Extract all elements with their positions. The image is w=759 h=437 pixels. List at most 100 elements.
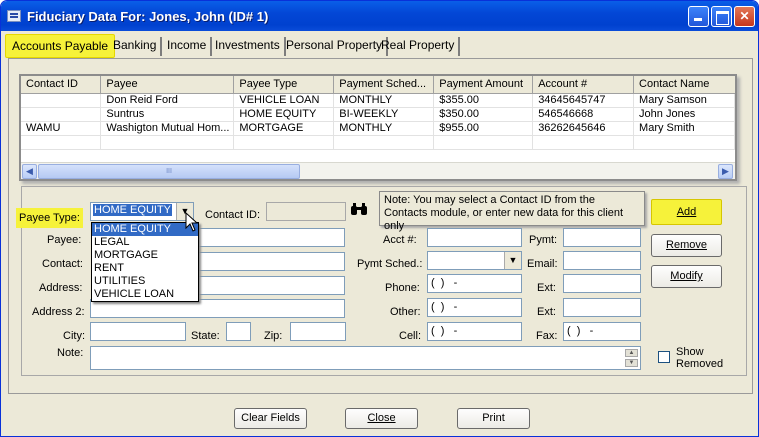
fax-field[interactable]: ( ) -: [563, 322, 641, 341]
clear-fields-button[interactable]: Clear Fields: [234, 408, 307, 429]
print-button[interactable]: Print: [457, 408, 530, 429]
cell-payment-amount: $355.00: [433, 93, 534, 108]
table-row[interactable]: Don Reid Ford VEHICLE LOAN MONTHLY $355.…: [21, 93, 735, 108]
other-label: Other:: [390, 306, 421, 318]
close-button[interactable]: Close: [345, 408, 418, 429]
col-header-payee-type[interactable]: Payee Type: [233, 76, 335, 94]
ext2-label: Ext:: [537, 306, 556, 318]
app-icon: [7, 10, 21, 22]
note-field[interactable]: ▲ ▼: [90, 346, 641, 370]
tab-income[interactable]: Income: [163, 37, 213, 56]
email-label: Email:: [527, 258, 558, 270]
col-header-contact-name[interactable]: Contact Name: [633, 76, 735, 94]
state-label: State:: [191, 330, 220, 342]
tab-personal-property[interactable]: Personal Property: [282, 37, 389, 56]
cell-payment-schedule: BI-WEEKLY: [333, 107, 435, 122]
table-row[interactable]: Suntrus HOME EQUITY BI-WEEKLY $350.00 54…: [21, 107, 735, 122]
pymt-sched-label: Pymt Sched.:: [357, 258, 423, 270]
dropdown-option-home-equity[interactable]: HOME EQUITY: [92, 223, 198, 236]
state-field[interactable]: [226, 322, 251, 341]
payee-label: Payee:: [47, 234, 82, 246]
col-header-payee[interactable]: Payee: [100, 76, 235, 94]
add-button[interactable]: Add: [651, 199, 722, 225]
cell-contact-id: WAMU: [21, 121, 102, 136]
zip-label: Zip:: [264, 330, 283, 342]
acct-field[interactable]: [427, 228, 522, 247]
show-removed-label-2: Removed: [676, 358, 724, 370]
cell-account-number: 34645645747: [532, 93, 635, 108]
contact-note-box: Note: You may select a Contact ID from t…: [379, 191, 645, 232]
payee-type-dropdown-list[interactable]: HOME EQUITY LEGAL MORTGAGE RENT UTILITIE…: [91, 222, 199, 302]
cell-contact-id: [21, 93, 102, 108]
payables-grid[interactable]: Contact ID Payee Payee Type Payment Sche…: [19, 74, 737, 181]
col-header-payment-amount[interactable]: Payment Amount: [433, 76, 534, 94]
contact-field[interactable]: [197, 252, 345, 271]
zip-field[interactable]: [290, 322, 346, 341]
tab-investments[interactable]: Investments: [211, 37, 286, 56]
pymt-sched-select[interactable]: ▼: [427, 251, 522, 270]
note-label: Note:: [57, 347, 84, 359]
tab-accounts-payable[interactable]: Accounts Payable: [5, 34, 116, 58]
mouse-cursor-icon: [185, 212, 199, 232]
maximize-button[interactable]: [711, 6, 732, 27]
phone-field[interactable]: ( ) -: [427, 274, 522, 293]
scroll-thumb[interactable]: III: [38, 164, 300, 179]
table-header-row: Contact ID Payee Payee Type Payment Sche…: [21, 76, 735, 94]
chevron-down-icon[interactable]: ▼: [504, 252, 521, 269]
col-header-account-number[interactable]: Account #: [532, 76, 635, 94]
city-label: City:: [63, 330, 85, 342]
window-title: Fiduciary Data For: Jones, John (ID# 1): [27, 9, 269, 24]
minimize-button[interactable]: [688, 6, 709, 27]
cell-payee-type: VEHICLE LOAN: [233, 93, 335, 108]
cell-payment-schedule: MONTHLY: [333, 93, 435, 108]
title-bar[interactable]: Fiduciary Data For: Jones, John (ID# 1) …: [1, 1, 758, 31]
ext2-field[interactable]: [563, 298, 641, 317]
tab-banking[interactable]: Banking: [109, 37, 163, 56]
other-field[interactable]: ( ) -: [427, 298, 522, 317]
cell-account-number: 36262645646: [532, 121, 635, 136]
cell-payee-type: HOME EQUITY: [233, 107, 335, 122]
pymt-field[interactable]: [563, 228, 641, 247]
cell-contact-name: John Jones: [633, 107, 735, 122]
dropdown-option-rent[interactable]: RENT: [92, 262, 198, 275]
scroll-right-icon[interactable]: ▶: [718, 164, 733, 179]
ext-field[interactable]: [563, 274, 641, 293]
dropdown-option-utilities[interactable]: UTILITIES: [92, 275, 198, 288]
cell-contact-id: [21, 107, 102, 122]
fax-label: Fax:: [536, 330, 558, 342]
cell-field[interactable]: ( ) -: [427, 322, 522, 341]
cell-payee-type: MORTGAGE: [233, 121, 335, 136]
payables-table: Contact ID Payee Payee Type Payment Sche…: [21, 76, 735, 150]
payee-field[interactable]: [197, 228, 345, 247]
binoculars-icon[interactable]: [347, 202, 371, 220]
payee-type-select[interactable]: HOME EQUITY ▼: [90, 202, 194, 221]
close-window-button[interactable]: ✕: [734, 6, 755, 27]
pymt-label: Pymt:: [529, 234, 558, 246]
remove-button[interactable]: Remove: [651, 234, 722, 257]
cell-payee: Suntrus: [100, 107, 235, 122]
address-field[interactable]: [197, 276, 345, 295]
city-field[interactable]: [90, 322, 186, 341]
scroll-left-icon[interactable]: ◀: [22, 164, 37, 179]
dropdown-option-mortgage[interactable]: MORTGAGE: [92, 249, 198, 262]
dropdown-option-legal[interactable]: LEGAL: [92, 236, 198, 249]
tab-real-property[interactable]: Real Property: [377, 37, 461, 56]
address-label: Address:: [39, 282, 83, 294]
cell-payee: Don Reid Ford: [100, 93, 235, 108]
note-scroll-down-icon[interactable]: ▼: [625, 359, 638, 367]
cell-contact-name: Mary Smith: [633, 121, 735, 136]
table-row[interactable]: WAMU Washigton Mutual Hom... MORTGAGE MO…: [21, 121, 735, 136]
table-row-empty: [21, 135, 735, 150]
tab-bar: Accounts Payable Banking Income Investme…: [5, 34, 755, 58]
note-scroll-up-icon[interactable]: ▲: [625, 349, 638, 357]
col-header-contact-id[interactable]: Contact ID: [21, 76, 102, 94]
show-removed-checkbox[interactable]: [658, 351, 670, 363]
dropdown-option-vehicle-loan[interactable]: VEHICLE LOAN: [92, 288, 198, 301]
col-header-payment-schedule[interactable]: Payment Sched...: [333, 76, 435, 94]
email-field[interactable]: [563, 251, 641, 270]
modify-button[interactable]: Modify: [651, 265, 722, 288]
cell-payment-amount: $350.00: [433, 107, 534, 122]
binoculars-svg: [351, 203, 367, 215]
horizontal-scrollbar[interactable]: ◀ III ▶: [21, 162, 735, 179]
cell-label: Cell:: [399, 330, 422, 342]
